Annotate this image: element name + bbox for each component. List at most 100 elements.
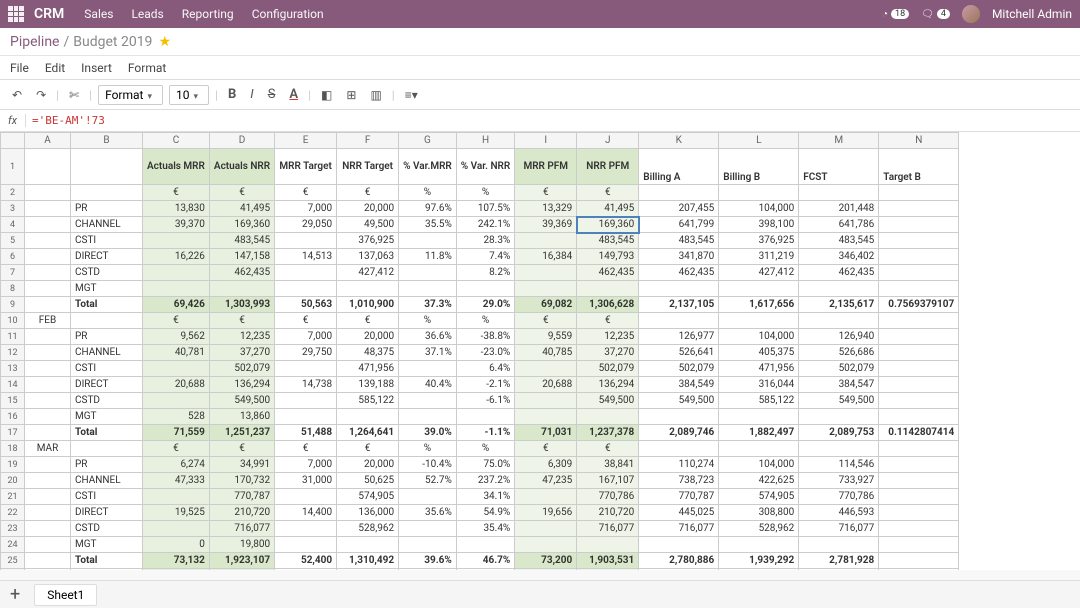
cell[interactable]: 376,925 [337, 233, 399, 249]
cell[interactable] [719, 313, 799, 329]
cell[interactable]: 73,132 [143, 553, 210, 569]
cell[interactable] [879, 569, 959, 571]
cell[interactable] [577, 409, 639, 425]
cell[interactable]: DIRECT [71, 249, 143, 265]
cell[interactable]: 73,200 [515, 553, 577, 569]
cell[interactable]: 210,720 [577, 505, 639, 521]
cell[interactable]: 39.6% [399, 553, 457, 569]
cell[interactable] [879, 377, 959, 393]
cell[interactable] [719, 569, 799, 571]
user-name[interactable]: Mitchell Admin [992, 7, 1072, 21]
formula-input[interactable]: ='BE-AM'!73 [26, 114, 105, 127]
cell[interactable] [25, 249, 71, 265]
cell[interactable]: 39,370 [143, 217, 210, 233]
borders-icon[interactable]: ⊞ [342, 86, 360, 104]
cell[interactable] [879, 201, 959, 217]
cell[interactable]: 1,882,497 [719, 425, 799, 441]
cell[interactable]: 36.6% [399, 329, 457, 345]
cell[interactable]: € [209, 185, 274, 201]
cell[interactable] [71, 569, 143, 571]
cell[interactable] [337, 281, 399, 297]
cell[interactable] [399, 265, 457, 281]
add-sheet-button[interactable]: + [10, 584, 20, 605]
cell[interactable]: 502,079 [209, 361, 274, 377]
cell[interactable]: 738,723 [639, 473, 719, 489]
cell[interactable]: 136,294 [209, 377, 274, 393]
cell[interactable]: 38,841 [577, 457, 639, 473]
cell[interactable]: € [337, 185, 399, 201]
cell[interactable]: 39.0% [399, 425, 457, 441]
cell[interactable] [143, 281, 210, 297]
cell[interactable]: € [209, 569, 274, 571]
cell[interactable] [25, 521, 71, 537]
cell[interactable] [275, 489, 337, 505]
cell[interactable] [879, 281, 959, 297]
cut-icon[interactable]: ✄ [65, 86, 83, 104]
cell[interactable] [143, 361, 210, 377]
spreadsheet-grid[interactable]: ABCDEFGHIJKLMN1Actuals MRRActuals NRRMRR… [0, 132, 1080, 570]
cell[interactable]: 47,333 [143, 473, 210, 489]
cell[interactable]: 39,369 [515, 217, 577, 233]
cell[interactable]: 502,079 [577, 361, 639, 377]
cell[interactable] [879, 265, 959, 281]
cell[interactable]: 1,617,656 [719, 297, 799, 313]
cell[interactable] [719, 537, 799, 553]
cell[interactable]: % [399, 569, 457, 571]
cell[interactable] [879, 553, 959, 569]
cell[interactable] [71, 313, 143, 329]
cell[interactable] [719, 281, 799, 297]
cell[interactable]: 50,625 [337, 473, 399, 489]
cell[interactable] [799, 281, 879, 297]
cell[interactable] [719, 185, 799, 201]
cell[interactable]: 35.4% [456, 521, 514, 537]
cell[interactable]: 585,122 [719, 393, 799, 409]
cell[interactable] [71, 185, 143, 201]
cell[interactable]: € [275, 185, 337, 201]
cell[interactable]: 462,435 [639, 265, 719, 281]
cell[interactable]: 549,500 [799, 393, 879, 409]
cell[interactable]: 169,360 [577, 217, 639, 233]
cell[interactable]: 49,500 [337, 217, 399, 233]
cell[interactable] [577, 281, 639, 297]
cell[interactable]: % [399, 313, 457, 329]
cell[interactable]: 147,158 [209, 249, 274, 265]
cell[interactable]: 1,939,292 [719, 553, 799, 569]
cell[interactable]: 19,525 [143, 505, 210, 521]
cell[interactable]: 40.4% [399, 377, 457, 393]
cell[interactable]: 210,720 [209, 505, 274, 521]
cell[interactable]: 528,962 [337, 521, 399, 537]
cell[interactable]: 237.2% [456, 473, 514, 489]
cell[interactable] [143, 233, 210, 249]
cell[interactable]: 641,786 [799, 217, 879, 233]
cell[interactable] [399, 361, 457, 377]
cell[interactable]: 207,455 [639, 201, 719, 217]
cell[interactable]: 574,905 [337, 489, 399, 505]
cell[interactable] [719, 409, 799, 425]
cell[interactable]: 71,031 [515, 425, 577, 441]
cell[interactable]: 528 [143, 409, 210, 425]
cell[interactable] [719, 441, 799, 457]
cell[interactable]: 7,000 [275, 201, 337, 217]
cell[interactable]: 1,310,492 [337, 553, 399, 569]
cell[interactable]: DIRECT [71, 505, 143, 521]
cell[interactable]: 19,800 [209, 537, 274, 553]
cell[interactable]: 139,188 [337, 377, 399, 393]
cell[interactable]: -6.1% [456, 393, 514, 409]
cell[interactable]: 14,513 [275, 249, 337, 265]
cell[interactable]: CHANNEL [71, 217, 143, 233]
cell[interactable] [639, 441, 719, 457]
cell[interactable] [515, 521, 577, 537]
cell[interactable] [209, 281, 274, 297]
cell[interactable]: 136,294 [577, 377, 639, 393]
cell[interactable] [515, 265, 577, 281]
cell[interactable]: € [337, 313, 399, 329]
cell[interactable] [639, 313, 719, 329]
cell[interactable] [456, 281, 514, 297]
cell[interactable]: 7,000 [275, 457, 337, 473]
cell[interactable] [456, 409, 514, 425]
cell[interactable]: CSTD [71, 521, 143, 537]
cell[interactable]: Total [71, 553, 143, 569]
cell[interactable]: 341,870 [639, 249, 719, 265]
cell[interactable]: 422,625 [719, 473, 799, 489]
cell[interactable] [879, 233, 959, 249]
